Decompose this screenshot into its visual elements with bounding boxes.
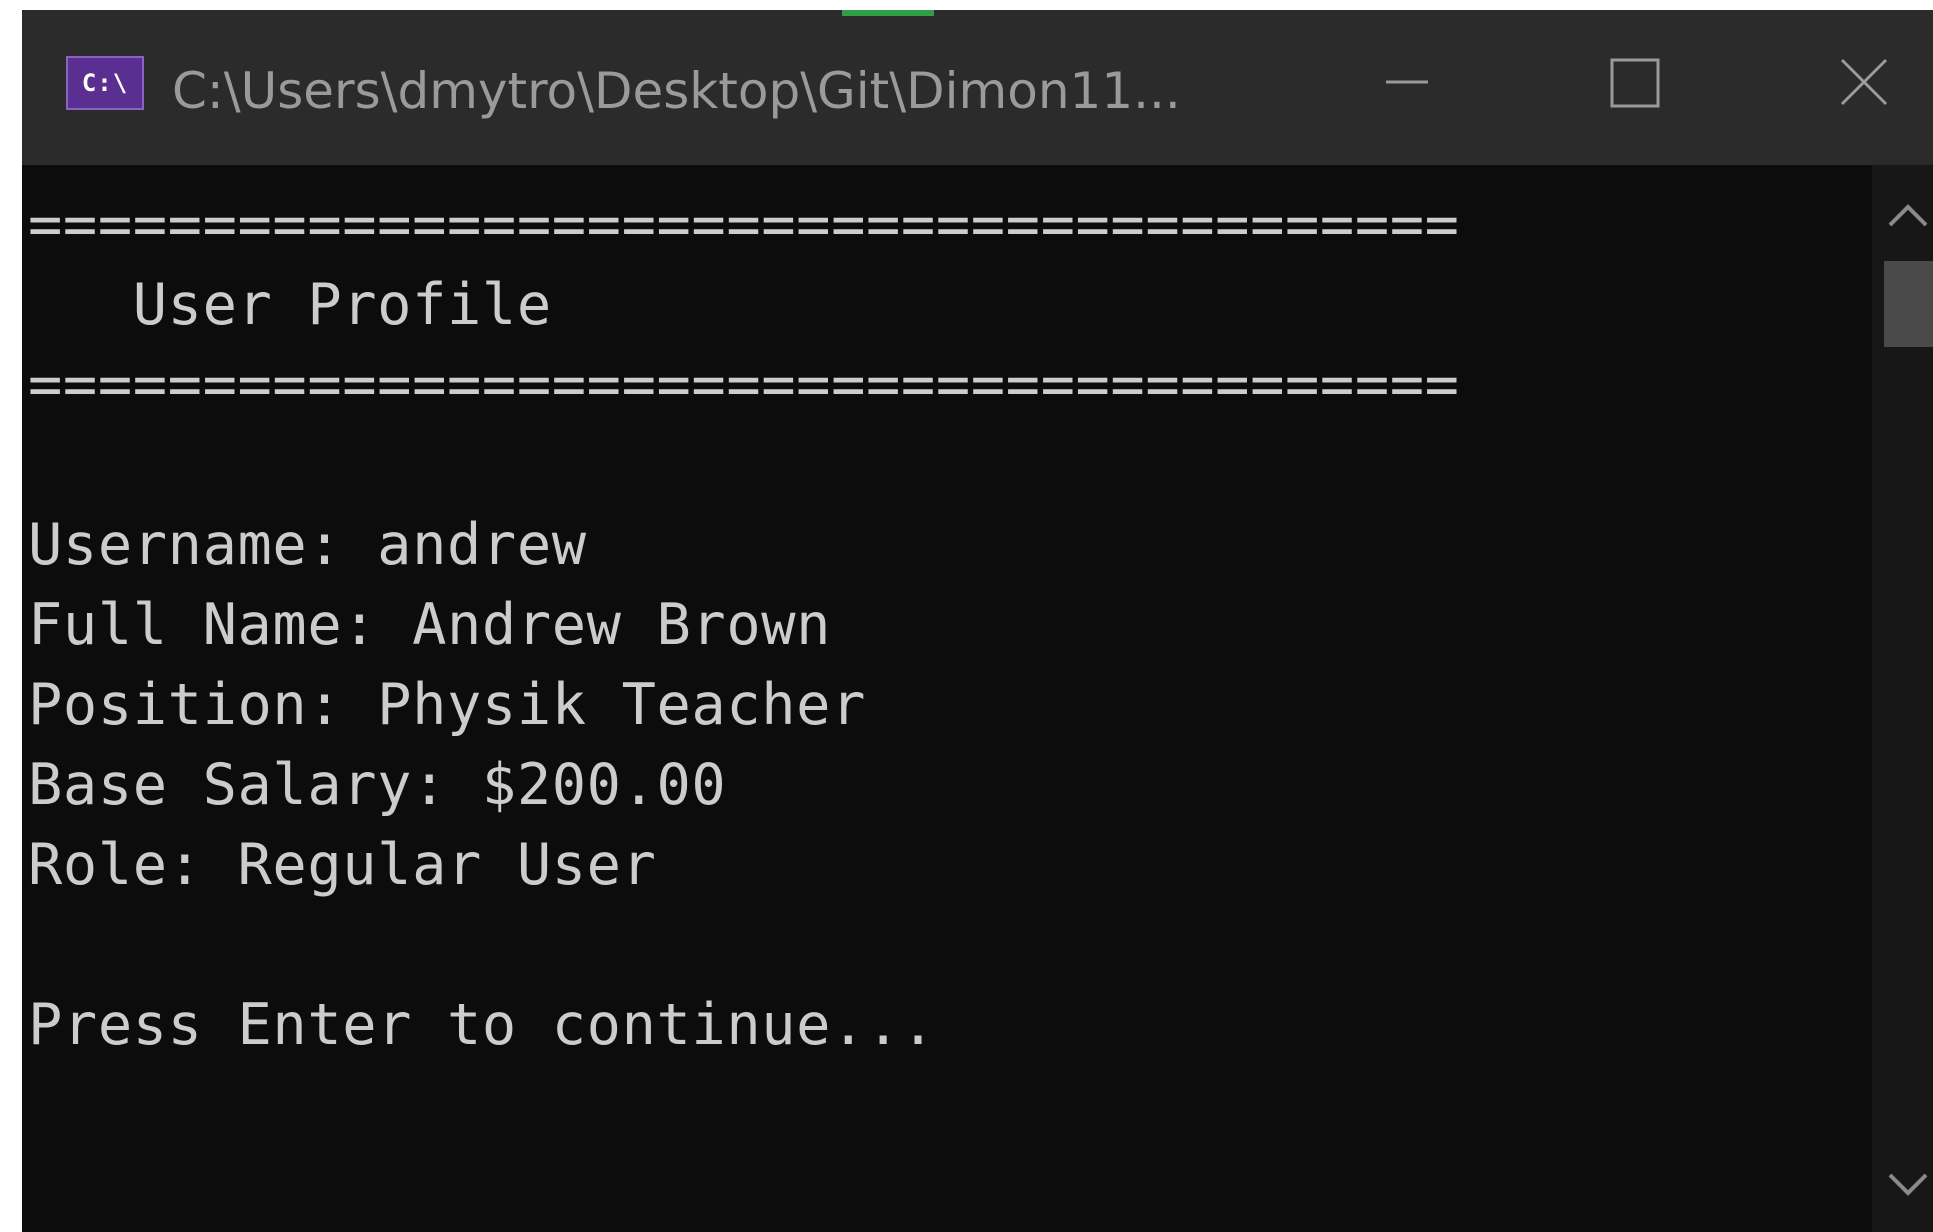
console-line-salary: Base Salary: $200.00: [28, 752, 727, 818]
console-line-fullname: Full Name: Andrew Brown: [28, 592, 832, 658]
window-title: C:\Users\dmytro\Desktop\Git\Dimon11...: [172, 62, 1181, 120]
console-line-heading: User Profile: [28, 272, 552, 338]
scroll-down-button[interactable]: [1884, 1165, 1933, 1205]
title-bar[interactable]: C:\ C:\Users\dmytro\Desktop\Git\Dimon11.…: [22, 10, 1933, 165]
console-line-divider-top: ========================================…: [28, 192, 1460, 258]
chevron-up-icon: [1888, 204, 1928, 227]
console-line-role: Role: Regular User: [28, 832, 657, 898]
maximize-button[interactable]: [1558, 36, 1708, 136]
active-window-accent: [842, 10, 934, 16]
minimize-icon: [1386, 80, 1428, 84]
close-icon: [1840, 58, 1888, 106]
vertical-scrollbar[interactable]: [1872, 165, 1933, 1232]
chevron-down-icon: [1888, 1173, 1928, 1196]
scrollbar-thumb[interactable]: [1884, 261, 1933, 347]
console-output[interactable]: ========================================…: [22, 165, 1872, 1232]
maximize-icon: [1610, 58, 1660, 108]
console-line-divider-bottom: ========================================…: [28, 352, 1460, 418]
close-button[interactable]: [1788, 36, 1933, 136]
minimize-button[interactable]: [1332, 36, 1482, 136]
scroll-up-button[interactable]: [1884, 195, 1933, 235]
console-line-prompt: Press Enter to continue...: [28, 992, 936, 1058]
console-app-icon[interactable]: C:\: [66, 56, 144, 110]
console-line-username: Username: andrew: [28, 512, 587, 578]
console-line-position: Position: Physik Teacher: [28, 672, 867, 738]
